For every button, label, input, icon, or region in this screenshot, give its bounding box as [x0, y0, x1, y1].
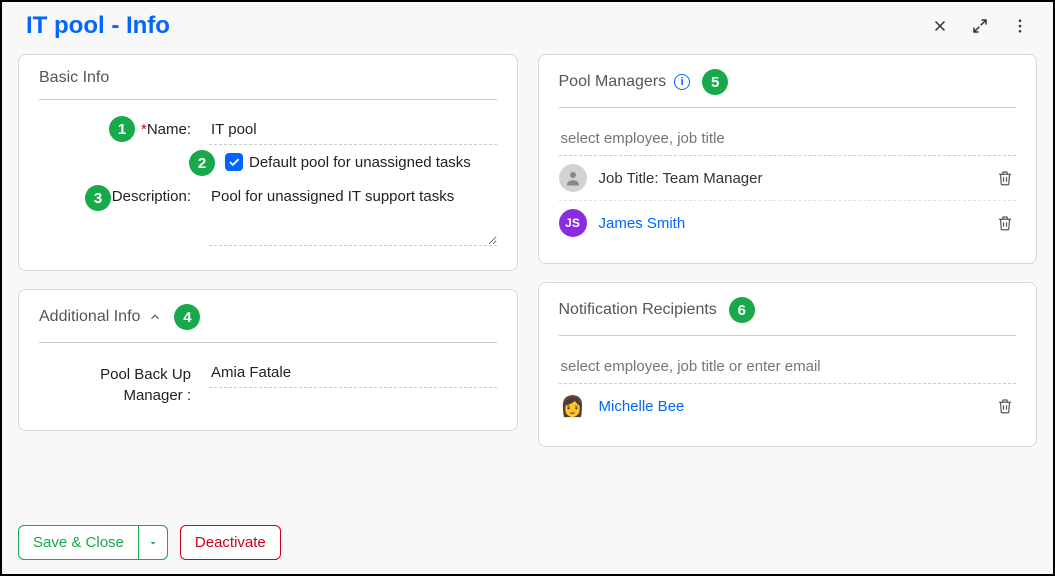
- additional-info-title-text: Additional Info: [39, 308, 140, 326]
- additional-info-title: Additional Info 4: [39, 304, 497, 336]
- annotation-badge-5: 5: [702, 69, 728, 95]
- chevron-up-icon[interactable]: [148, 310, 162, 324]
- default-pool-checkbox[interactable]: [225, 153, 243, 171]
- page-title: IT pool - Info: [26, 12, 170, 40]
- basic-info-title: Basic Info: [39, 69, 497, 93]
- footer: Save & Close Deactivate: [18, 525, 281, 560]
- save-close-button[interactable]: Save & Close: [18, 525, 139, 560]
- divider: [559, 335, 1017, 336]
- divider: [39, 342, 497, 343]
- trash-icon[interactable]: [994, 212, 1016, 234]
- backup-manager-input[interactable]: [209, 361, 497, 388]
- default-pool-label: Default pool for unassigned tasks: [249, 154, 471, 171]
- annotation-badge-1: 1: [109, 116, 135, 142]
- header-actions: [931, 17, 1029, 35]
- name-field-row: 1 *Name:: [39, 118, 497, 145]
- pool-managers-title: Pool Managers i 5: [559, 69, 1017, 101]
- pool-managers-list: Job Title: Team Manager JS James Smith: [559, 156, 1017, 245]
- save-button-group: Save & Close: [18, 525, 168, 560]
- more-icon[interactable]: [1011, 17, 1029, 35]
- divider: [39, 99, 497, 100]
- basic-info-card: Basic Info 1 *Name: 2 Default pool for u…: [18, 54, 518, 271]
- additional-info-card: Additional Info 4 Pool Back Up Manager :: [18, 289, 518, 431]
- divider: [559, 107, 1017, 108]
- list-item-label: Job Title: Team Manager: [599, 170, 983, 187]
- description-field-row: 3 Description:: [39, 185, 497, 246]
- backup-manager-label: Pool Back Up Manager :: [39, 361, 209, 406]
- default-pool-row: 2 Default pool for unassigned tasks: [209, 153, 497, 171]
- pool-managers-select[interactable]: [559, 126, 1017, 156]
- info-icon[interactable]: i: [674, 74, 690, 90]
- name-input[interactable]: [209, 118, 497, 145]
- avatar: 👩: [559, 392, 587, 420]
- trash-icon[interactable]: [994, 395, 1016, 417]
- backup-manager-row: Pool Back Up Manager :: [39, 361, 497, 406]
- save-dropdown-button[interactable]: [139, 525, 168, 560]
- notification-card: Notification Recipients 6 👩 Michelle Bee: [538, 282, 1038, 447]
- list-item: 👩 Michelle Bee: [559, 384, 1017, 428]
- list-item: Job Title: Team Manager: [559, 156, 1017, 201]
- notification-title: Notification Recipients 6: [559, 297, 1017, 329]
- notification-select[interactable]: [559, 354, 1017, 384]
- close-icon[interactable]: [931, 17, 949, 35]
- pool-managers-card: Pool Managers i 5 Job Title: Team Manage…: [538, 54, 1038, 264]
- dialog-header: IT pool - Info: [2, 2, 1053, 46]
- list-item-label[interactable]: Michelle Bee: [599, 398, 983, 415]
- deactivate-button[interactable]: Deactivate: [180, 525, 281, 560]
- trash-icon[interactable]: [994, 167, 1016, 189]
- annotation-badge-4: 4: [174, 304, 200, 330]
- list-item: JS James Smith: [559, 201, 1017, 245]
- description-label: Description:: [39, 185, 209, 205]
- avatar: [559, 164, 587, 192]
- list-item-label[interactable]: James Smith: [599, 215, 983, 232]
- pool-managers-title-text: Pool Managers: [559, 73, 667, 91]
- description-input[interactable]: [209, 185, 497, 246]
- annotation-badge-3: 3: [85, 185, 111, 211]
- notification-list: 👩 Michelle Bee: [559, 384, 1017, 428]
- avatar: JS: [559, 209, 587, 237]
- expand-icon[interactable]: [971, 17, 989, 35]
- notification-title-text: Notification Recipients: [559, 301, 717, 319]
- annotation-badge-2: 2: [189, 150, 215, 176]
- annotation-badge-6: 6: [729, 297, 755, 323]
